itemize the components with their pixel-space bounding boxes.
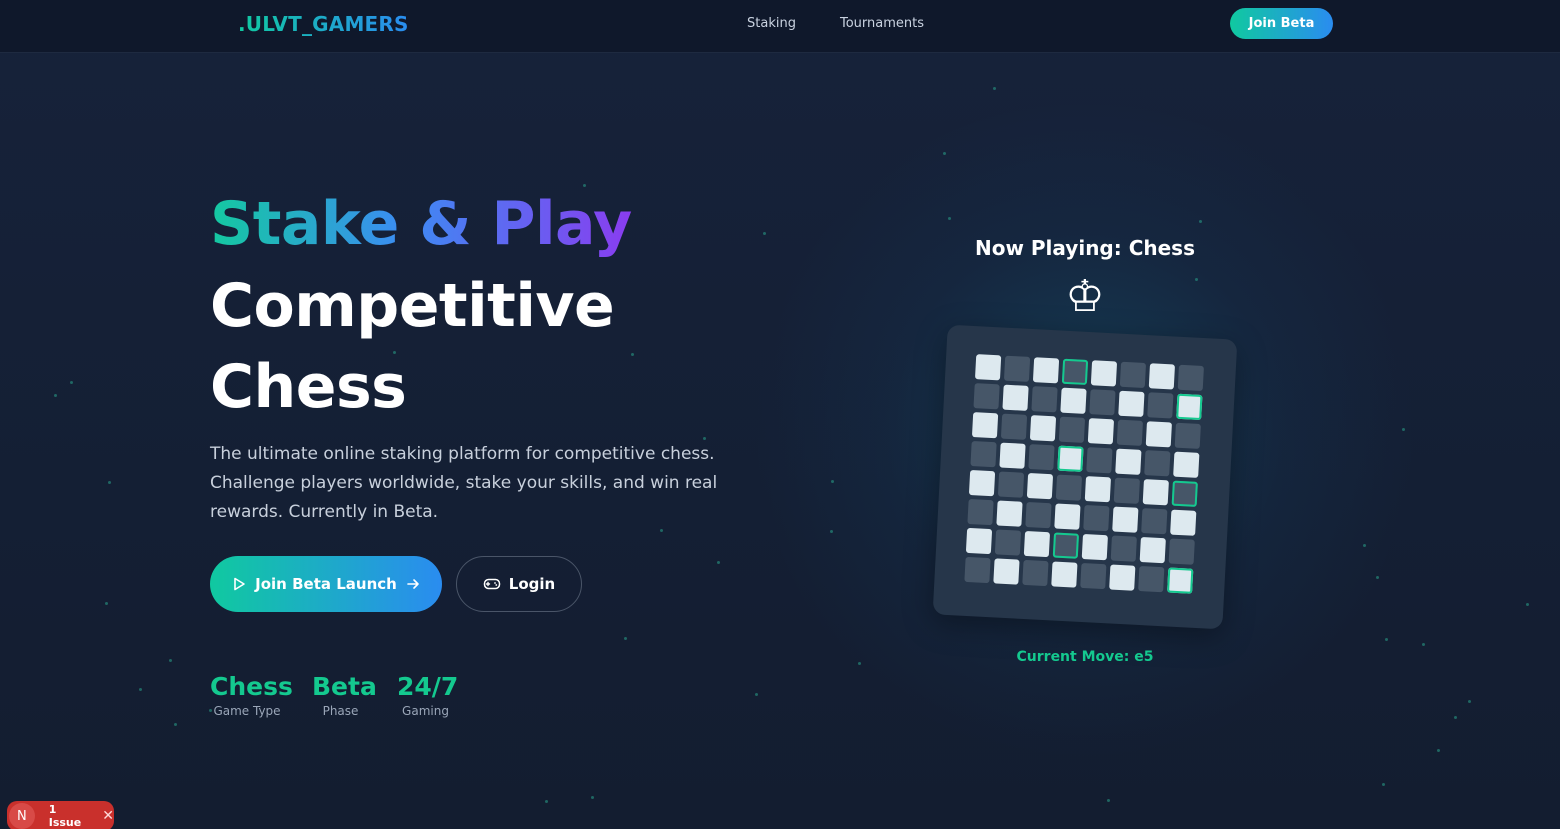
stat-game-type: Chess Game Type — [210, 672, 293, 719]
board-square[interactable] — [1119, 361, 1147, 389]
board-square[interactable] — [997, 471, 1025, 498]
board-square[interactable] — [1080, 562, 1107, 590]
board-square[interactable] — [1022, 559, 1049, 587]
hero-headline-line3: Chess — [210, 352, 407, 422]
hero-headline-line1: Stake & Play — [210, 184, 632, 264]
board-square[interactable] — [1083, 505, 1110, 532]
board-square[interactable] — [1148, 363, 1176, 390]
board-square[interactable] — [1090, 360, 1118, 387]
board-square[interactable] — [1176, 393, 1203, 421]
board-square[interactable] — [1167, 567, 1194, 594]
board-square[interactable] — [1023, 530, 1051, 558]
board-square[interactable] — [970, 441, 997, 468]
close-icon[interactable]: ✕ — [102, 809, 114, 823]
issue-badge[interactable]: N 1 Issue ✕ — [7, 801, 114, 829]
stat-phase: Beta Phase — [312, 672, 377, 719]
board-square[interactable] — [1144, 450, 1171, 477]
board-square[interactable] — [1118, 390, 1145, 417]
board-square[interactable] — [1174, 422, 1201, 449]
stat-label: Phase — [322, 704, 359, 718]
board-square[interactable] — [1112, 506, 1139, 533]
gamepad-icon — [483, 576, 501, 592]
board-square[interactable] — [1116, 419, 1144, 446]
board-square[interactable] — [973, 383, 1000, 410]
site-logo[interactable]: .ULVT_GAMERS — [238, 12, 409, 36]
board-square[interactable] — [1139, 537, 1166, 564]
now-playing-title: Now Playing: Chess — [974, 236, 1195, 260]
arrow-right-icon — [405, 576, 421, 592]
board-square[interactable] — [996, 500, 1023, 527]
hero-headline-line2: Competitive — [210, 271, 615, 341]
board-square[interactable] — [1138, 565, 1165, 593]
board-square[interactable] — [1002, 384, 1029, 411]
board-square[interactable] — [1147, 392, 1174, 419]
stat-gaming: 24/7 Gaming — [397, 672, 459, 719]
board-square[interactable] — [964, 556, 991, 584]
stat-label: Gaming — [402, 704, 449, 718]
nav-link-tournaments[interactable]: Tournaments — [840, 16, 924, 31]
board-square[interactable] — [1141, 508, 1168, 535]
board-square[interactable] — [1086, 447, 1113, 474]
board-square[interactable] — [1061, 358, 1089, 385]
board-square[interactable] — [965, 527, 993, 555]
board-square[interactable] — [994, 529, 1022, 556]
board-square[interactable] — [1173, 451, 1200, 478]
board-square[interactable] — [1089, 389, 1116, 416]
stat-value: 24/7 — [397, 672, 459, 701]
board-square[interactable] — [1032, 357, 1060, 384]
board-square[interactable] — [1084, 476, 1112, 503]
play-icon — [231, 576, 247, 592]
login-label: Login — [508, 575, 556, 593]
board-square[interactable] — [1051, 561, 1078, 588]
board-square[interactable] — [1110, 535, 1137, 562]
board-square[interactable] — [1081, 533, 1108, 561]
board-square[interactable] — [1177, 364, 1204, 392]
board-square[interactable] — [971, 412, 999, 439]
current-move-text: Current Move: e5 — [1016, 649, 1154, 665]
chess-board-card — [932, 324, 1238, 630]
join-beta-launch-button[interactable]: Join Beta Launch — [210, 556, 442, 612]
board-square[interactable] — [1170, 509, 1197, 536]
stat-value: Chess — [210, 672, 293, 701]
board-square[interactable] — [1060, 387, 1087, 414]
issue-count: 1 Issue — [48, 803, 82, 829]
next-logo-icon: N — [9, 803, 35, 829]
hero-description: The ultimate online staking platform for… — [210, 444, 718, 522]
board-square[interactable] — [1058, 416, 1086, 443]
board-square[interactable] — [967, 498, 994, 526]
board-square[interactable] — [1028, 444, 1055, 471]
stat-label: Game Type — [213, 704, 281, 718]
board-square[interactable] — [1113, 477, 1140, 504]
chess-board — [964, 354, 1208, 598]
board-square[interactable] — [1168, 538, 1195, 565]
top-nav: .ULVT_GAMERS Staking Tournaments Join Be… — [0, 0, 1560, 53]
board-square[interactable] — [1000, 413, 1028, 440]
board-square[interactable] — [1026, 473, 1054, 500]
board-square[interactable] — [1052, 532, 1080, 559]
board-square[interactable] — [1087, 418, 1115, 445]
board-square[interactable] — [1054, 503, 1081, 530]
stat-value: Beta — [312, 672, 377, 701]
board-square[interactable] — [1171, 480, 1198, 507]
board-square[interactable] — [1003, 355, 1031, 382]
board-square[interactable] — [974, 354, 1002, 381]
board-square[interactable] — [1031, 386, 1058, 413]
board-square[interactable] — [1115, 448, 1142, 475]
board-square[interactable] — [999, 442, 1026, 469]
login-button[interactable]: Login — [456, 556, 582, 612]
board-square[interactable] — [993, 558, 1020, 585]
join-beta-launch-label: Join Beta Launch — [255, 575, 397, 593]
nav-link-staking[interactable]: Staking — [747, 16, 796, 31]
board-square[interactable] — [1057, 445, 1084, 472]
board-square[interactable] — [1109, 564, 1136, 591]
board-square[interactable] — [1025, 501, 1052, 529]
board-square[interactable] — [1029, 415, 1057, 442]
board-square[interactable] — [1145, 421, 1172, 448]
board-square[interactable] — [968, 469, 996, 497]
board-square[interactable] — [1142, 479, 1169, 506]
join-beta-nav-button[interactable]: Join Beta — [1230, 8, 1333, 39]
chess-king-icon: ♔ — [1065, 271, 1105, 322]
board-square[interactable] — [1055, 474, 1083, 501]
